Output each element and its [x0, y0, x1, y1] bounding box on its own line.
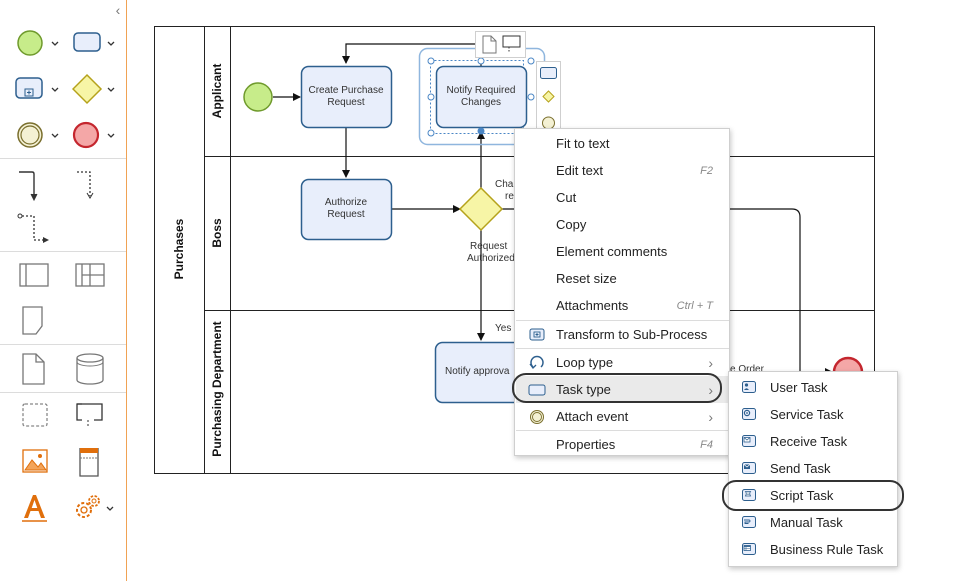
data-store-icon — [76, 353, 104, 385]
menu-fit-to-text[interactable]: Fit to text — [516, 130, 729, 157]
palette-phase[interactable] — [20, 304, 64, 340]
intermediate-event-icon — [530, 410, 544, 424]
receive-task-icon — [742, 435, 756, 447]
send-task-icon — [742, 462, 756, 474]
subprocess-icon — [529, 328, 545, 341]
script-task-icon — [742, 489, 756, 501]
submenu-script-task[interactable]: Script Task — [730, 482, 897, 509]
sequence-flow-icon — [19, 171, 38, 202]
palette-intermediate-event[interactable] — [14, 119, 59, 155]
business-rule-task-icon — [742, 543, 756, 555]
menu-element-comments[interactable]: Element comments — [516, 238, 729, 265]
palette-header[interactable] — [76, 446, 120, 482]
end-event-icon — [72, 121, 115, 149]
user-task-icon — [742, 381, 756, 393]
association-icon — [17, 213, 49, 243]
submenu-receive-task[interactable]: Receive Task — [730, 428, 897, 455]
palette-gateway[interactable] — [72, 73, 116, 109]
palette-start-event[interactable] — [14, 27, 59, 63]
context-menu: Fit to text Edit text F2 Cut Copy Elemen… — [514, 128, 730, 456]
menu-transform-subprocess[interactable]: Transform to Sub-Process — [516, 321, 729, 348]
palette-data-store[interactable] — [74, 352, 118, 388]
start-event[interactable] — [243, 82, 273, 112]
menu-task-type[interactable]: Task type › — [516, 376, 729, 403]
submenu-user-task[interactable]: User Task — [730, 374, 897, 401]
gateway-icon — [72, 73, 115, 105]
submenu-send-task[interactable]: Send Task — [730, 455, 897, 482]
palette-message-flow[interactable] — [74, 166, 118, 202]
palette-settings[interactable] — [72, 492, 116, 528]
image-icon — [22, 449, 48, 473]
shortcut-attachments: Ctrl + T — [676, 299, 713, 312]
menu-properties[interactable]: Properties F4 — [516, 431, 729, 458]
data-object-quick-icon — [482, 35, 497, 54]
header-icon — [79, 448, 99, 477]
task-type-submenu: User Task Service Task Receive Task Send… — [728, 371, 898, 567]
menu-cut[interactable]: Cut — [516, 184, 729, 211]
chevron-right-icon: › — [708, 354, 713, 371]
quick-side-palette[interactable] — [536, 61, 561, 134]
palette-association[interactable] — [16, 210, 60, 246]
menu-copy[interactable]: Copy — [516, 211, 729, 238]
phase-icon — [22, 306, 43, 335]
menu-attachments[interactable]: Attachments Ctrl + T — [516, 292, 729, 319]
task-create-purchase-request[interactable] — [300, 65, 393, 129]
task-notify-required-changes[interactable] — [435, 65, 528, 129]
connection-handle[interactable] — [477, 127, 485, 135]
palette-data-object[interactable] — [20, 352, 64, 388]
message-flow-icon — [77, 171, 94, 199]
start-event-icon — [17, 30, 59, 56]
shape-palette: ‹ — [0, 0, 127, 581]
menu-loop-type[interactable]: Loop type › — [516, 349, 729, 376]
pool-icon — [19, 263, 49, 287]
chevron-right-icon: › — [708, 408, 713, 425]
gears-icon — [76, 495, 114, 518]
task-icon — [528, 384, 546, 396]
palette-group[interactable] — [20, 400, 64, 436]
quick-task-icon — [540, 67, 557, 79]
submenu-service-task[interactable]: Service Task — [730, 401, 897, 428]
group-icon — [22, 403, 48, 427]
manual-task-icon — [742, 516, 756, 528]
palette-subprocess[interactable] — [14, 73, 59, 109]
text-tool-icon — [22, 495, 47, 522]
palette-pool[interactable] — [18, 260, 62, 296]
collapse-palette-button[interactable]: ‹ — [110, 1, 126, 19]
loop-icon — [529, 355, 544, 369]
submenu-manual-task[interactable]: Manual Task — [730, 509, 897, 536]
chevron-right-icon: › — [708, 381, 713, 398]
lanes-icon — [75, 263, 105, 287]
shortcut-edit-text: F2 — [700, 164, 713, 177]
annotation-icon — [76, 403, 103, 428]
subprocess-icon — [15, 77, 59, 99]
service-task-icon — [742, 408, 756, 420]
shortcut-properties: F4 — [700, 438, 713, 451]
menu-reset-size[interactable]: Reset size — [516, 265, 729, 292]
palette-annotation[interactable] — [74, 400, 118, 436]
task-icon — [73, 32, 115, 52]
task-authorize-request[interactable] — [300, 178, 393, 241]
intermediate-event-icon — [17, 122, 59, 148]
chevron-left-icon: ‹ — [115, 2, 121, 18]
palette-task[interactable] — [72, 27, 116, 63]
data-object-icon — [22, 353, 45, 385]
menu-edit-text[interactable]: Edit text F2 — [516, 157, 729, 184]
submenu-business-rule-task[interactable]: Business Rule Task — [730, 536, 897, 563]
task-notify-approval[interactable] — [434, 341, 527, 404]
palette-end-event[interactable] — [72, 119, 116, 155]
palette-image[interactable] — [20, 446, 64, 482]
palette-text[interactable] — [20, 492, 64, 528]
menu-attach-event[interactable]: Attach event › — [516, 403, 729, 430]
palette-sequence-flow[interactable] — [16, 166, 60, 202]
quick-toolbar[interactable] — [475, 31, 526, 58]
palette-lanes[interactable] — [74, 260, 118, 296]
